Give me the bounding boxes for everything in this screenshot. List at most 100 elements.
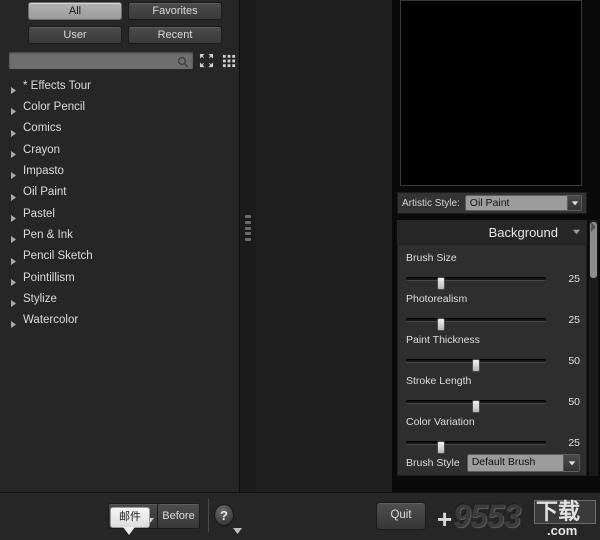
section-header-background[interactable]: Background: [397, 220, 587, 244]
slider-track[interactable]: [406, 399, 546, 413]
filter-button-favorites[interactable]: Favorites: [128, 2, 222, 20]
filter-button-all[interactable]: All: [28, 2, 122, 20]
splitter-grip-icon[interactable]: [245, 215, 251, 241]
artistic-style-dropdown[interactable]: Oil Paint: [464, 195, 582, 211]
section-title: Background: [488, 224, 558, 240]
canvas-region: [256, 0, 392, 492]
tree-item[interactable]: Pen & Ink: [0, 225, 239, 246]
slider-label: Stroke Length: [406, 375, 472, 387]
chevron-right-icon[interactable]: [9, 167, 18, 180]
chevron-right-icon[interactable]: [9, 210, 18, 222]
tree-item[interactable]: Watercolor: [0, 310, 239, 331]
brush-style-label: Brush Style: [406, 456, 460, 469]
tree-item[interactable]: Crayon: [0, 140, 239, 161]
tree-item[interactable]: Pencil Sketch: [0, 246, 239, 267]
chevron-right-icon[interactable]: [9, 253, 18, 265]
tree-item[interactable]: Comics: [0, 119, 239, 140]
slider-row: 25: [406, 313, 580, 331]
tree-item[interactable]: Color Pencil: [0, 97, 239, 118]
tree-item-label: Pastel: [23, 207, 55, 220]
application-window: All Favorites User Recent * Effects Tour…: [0, 0, 600, 540]
tree-item[interactable]: Pointillism: [0, 268, 239, 289]
tree-item[interactable]: Stylize: [0, 289, 239, 310]
chevron-right-icon[interactable]: [9, 295, 18, 308]
artistic-style-value: Oil Paint: [469, 196, 510, 209]
quit-button[interactable]: Quit: [376, 502, 426, 530]
slider-value: 25: [568, 436, 580, 449]
tree-item[interactable]: Impasto: [0, 161, 239, 182]
chevron-down-icon: [567, 196, 581, 210]
chevron-right-icon[interactable]: [9, 274, 18, 286]
properties-panel: Artistic Style: Oil Paint Background Col…: [392, 0, 600, 492]
chevron-right-icon[interactable]: [9, 82, 18, 95]
tooltip-mail: 邮件: [110, 507, 150, 528]
slider-group: Color Variation 25: [406, 417, 580, 458]
slider-label: Paint Thickness: [406, 334, 480, 346]
tooltip-tail: [123, 527, 135, 535]
toolbar-divider: [208, 499, 209, 532]
slider-row: 50: [406, 354, 580, 372]
tree-item[interactable]: * Effects Tour: [0, 76, 239, 97]
question-mark-icon: ?: [220, 507, 228, 523]
tree-item[interactable]: Pastel: [0, 204, 239, 225]
before-button-label: Before: [162, 509, 195, 522]
chevron-right-icon[interactable]: [9, 316, 18, 329]
filter-button-all-label: All: [68, 4, 82, 17]
search-field-container[interactable]: [8, 51, 194, 70]
slider-value: 25: [568, 272, 580, 285]
chevron-down-icon[interactable]: [572, 223, 581, 241]
chevron-right-icon[interactable]: [9, 125, 18, 137]
filter-row-primary: All Favorites: [0, 2, 240, 24]
search-row: [0, 48, 240, 74]
artistic-style-label: Artistic Style:: [402, 197, 460, 209]
slider-thumb[interactable]: [472, 399, 480, 413]
slider-value: 25: [568, 313, 580, 326]
tree-item-label: Impasto: [23, 165, 64, 178]
quit-button-label: Quit: [390, 509, 412, 522]
tree-item-label: * Effects Tour: [23, 79, 91, 92]
brush-style-dropdown[interactable]: Default Brush: [466, 453, 580, 472]
slider-label: Color Variation: [406, 416, 475, 428]
tree-item[interactable]: Oil Paint: [0, 182, 239, 203]
collapse-all-icon[interactable]: [198, 52, 215, 69]
chevron-right-icon[interactable]: [589, 220, 597, 232]
preview-thumbnail[interactable]: [400, 0, 582, 186]
slider-thumb[interactable]: [437, 440, 445, 454]
panel-vertical-scrollbar[interactable]: [589, 220, 598, 476]
search-icon: [177, 55, 189, 68]
tree-item-label: Comics: [23, 122, 62, 135]
preset-category-tree[interactable]: * Effects Tour Color Pencil Comics Crayon Im…: [0, 76, 239, 492]
tree-item-label: Oil Paint: [23, 186, 67, 199]
slider-row: 25: [406, 436, 580, 454]
panel-splitter[interactable]: [240, 0, 256, 492]
filter-row-secondary: User Recent: [0, 26, 240, 48]
slider-controls-panel: Color Variation 25 Stroke Length 50 Paint Th…: [397, 244, 587, 476]
search-input[interactable]: [13, 52, 173, 69]
filter-button-recent[interactable]: Recent: [128, 26, 222, 44]
slider-track[interactable]: [406, 317, 546, 331]
slider-track[interactable]: [406, 440, 546, 454]
chevron-right-icon[interactable]: [9, 103, 18, 116]
filter-button-user[interactable]: User: [28, 26, 122, 44]
slider-thumb[interactable]: [437, 276, 445, 290]
bottom-toolbar: [0, 492, 600, 540]
help-button[interactable]: ?: [214, 504, 234, 526]
slider-row: 50: [406, 395, 580, 413]
slider-group: Brush Size 25: [406, 253, 580, 294]
before-button[interactable]: Before: [157, 503, 200, 529]
artistic-style-row: Artistic Style: Oil Paint: [397, 192, 587, 214]
chevron-down-icon[interactable]: [233, 522, 242, 534]
slider-value: 50: [568, 354, 580, 367]
preset-browser-panel: All Favorites User Recent * Effects Tour…: [0, 0, 240, 492]
slider-track[interactable]: [406, 358, 546, 372]
slider-thumb[interactable]: [472, 358, 480, 372]
grid-view-icon[interactable]: [220, 52, 237, 69]
filter-button-user-label: User: [63, 28, 87, 41]
tree-item-label: Pen & Ink: [23, 228, 73, 241]
chevron-right-icon[interactable]: [9, 146, 18, 159]
chevron-right-icon[interactable]: [9, 189, 18, 201]
tree-item-label: Crayon: [23, 143, 61, 156]
slider-thumb[interactable]: [437, 317, 445, 331]
slider-track[interactable]: [406, 276, 546, 290]
chevron-right-icon[interactable]: [9, 231, 18, 244]
